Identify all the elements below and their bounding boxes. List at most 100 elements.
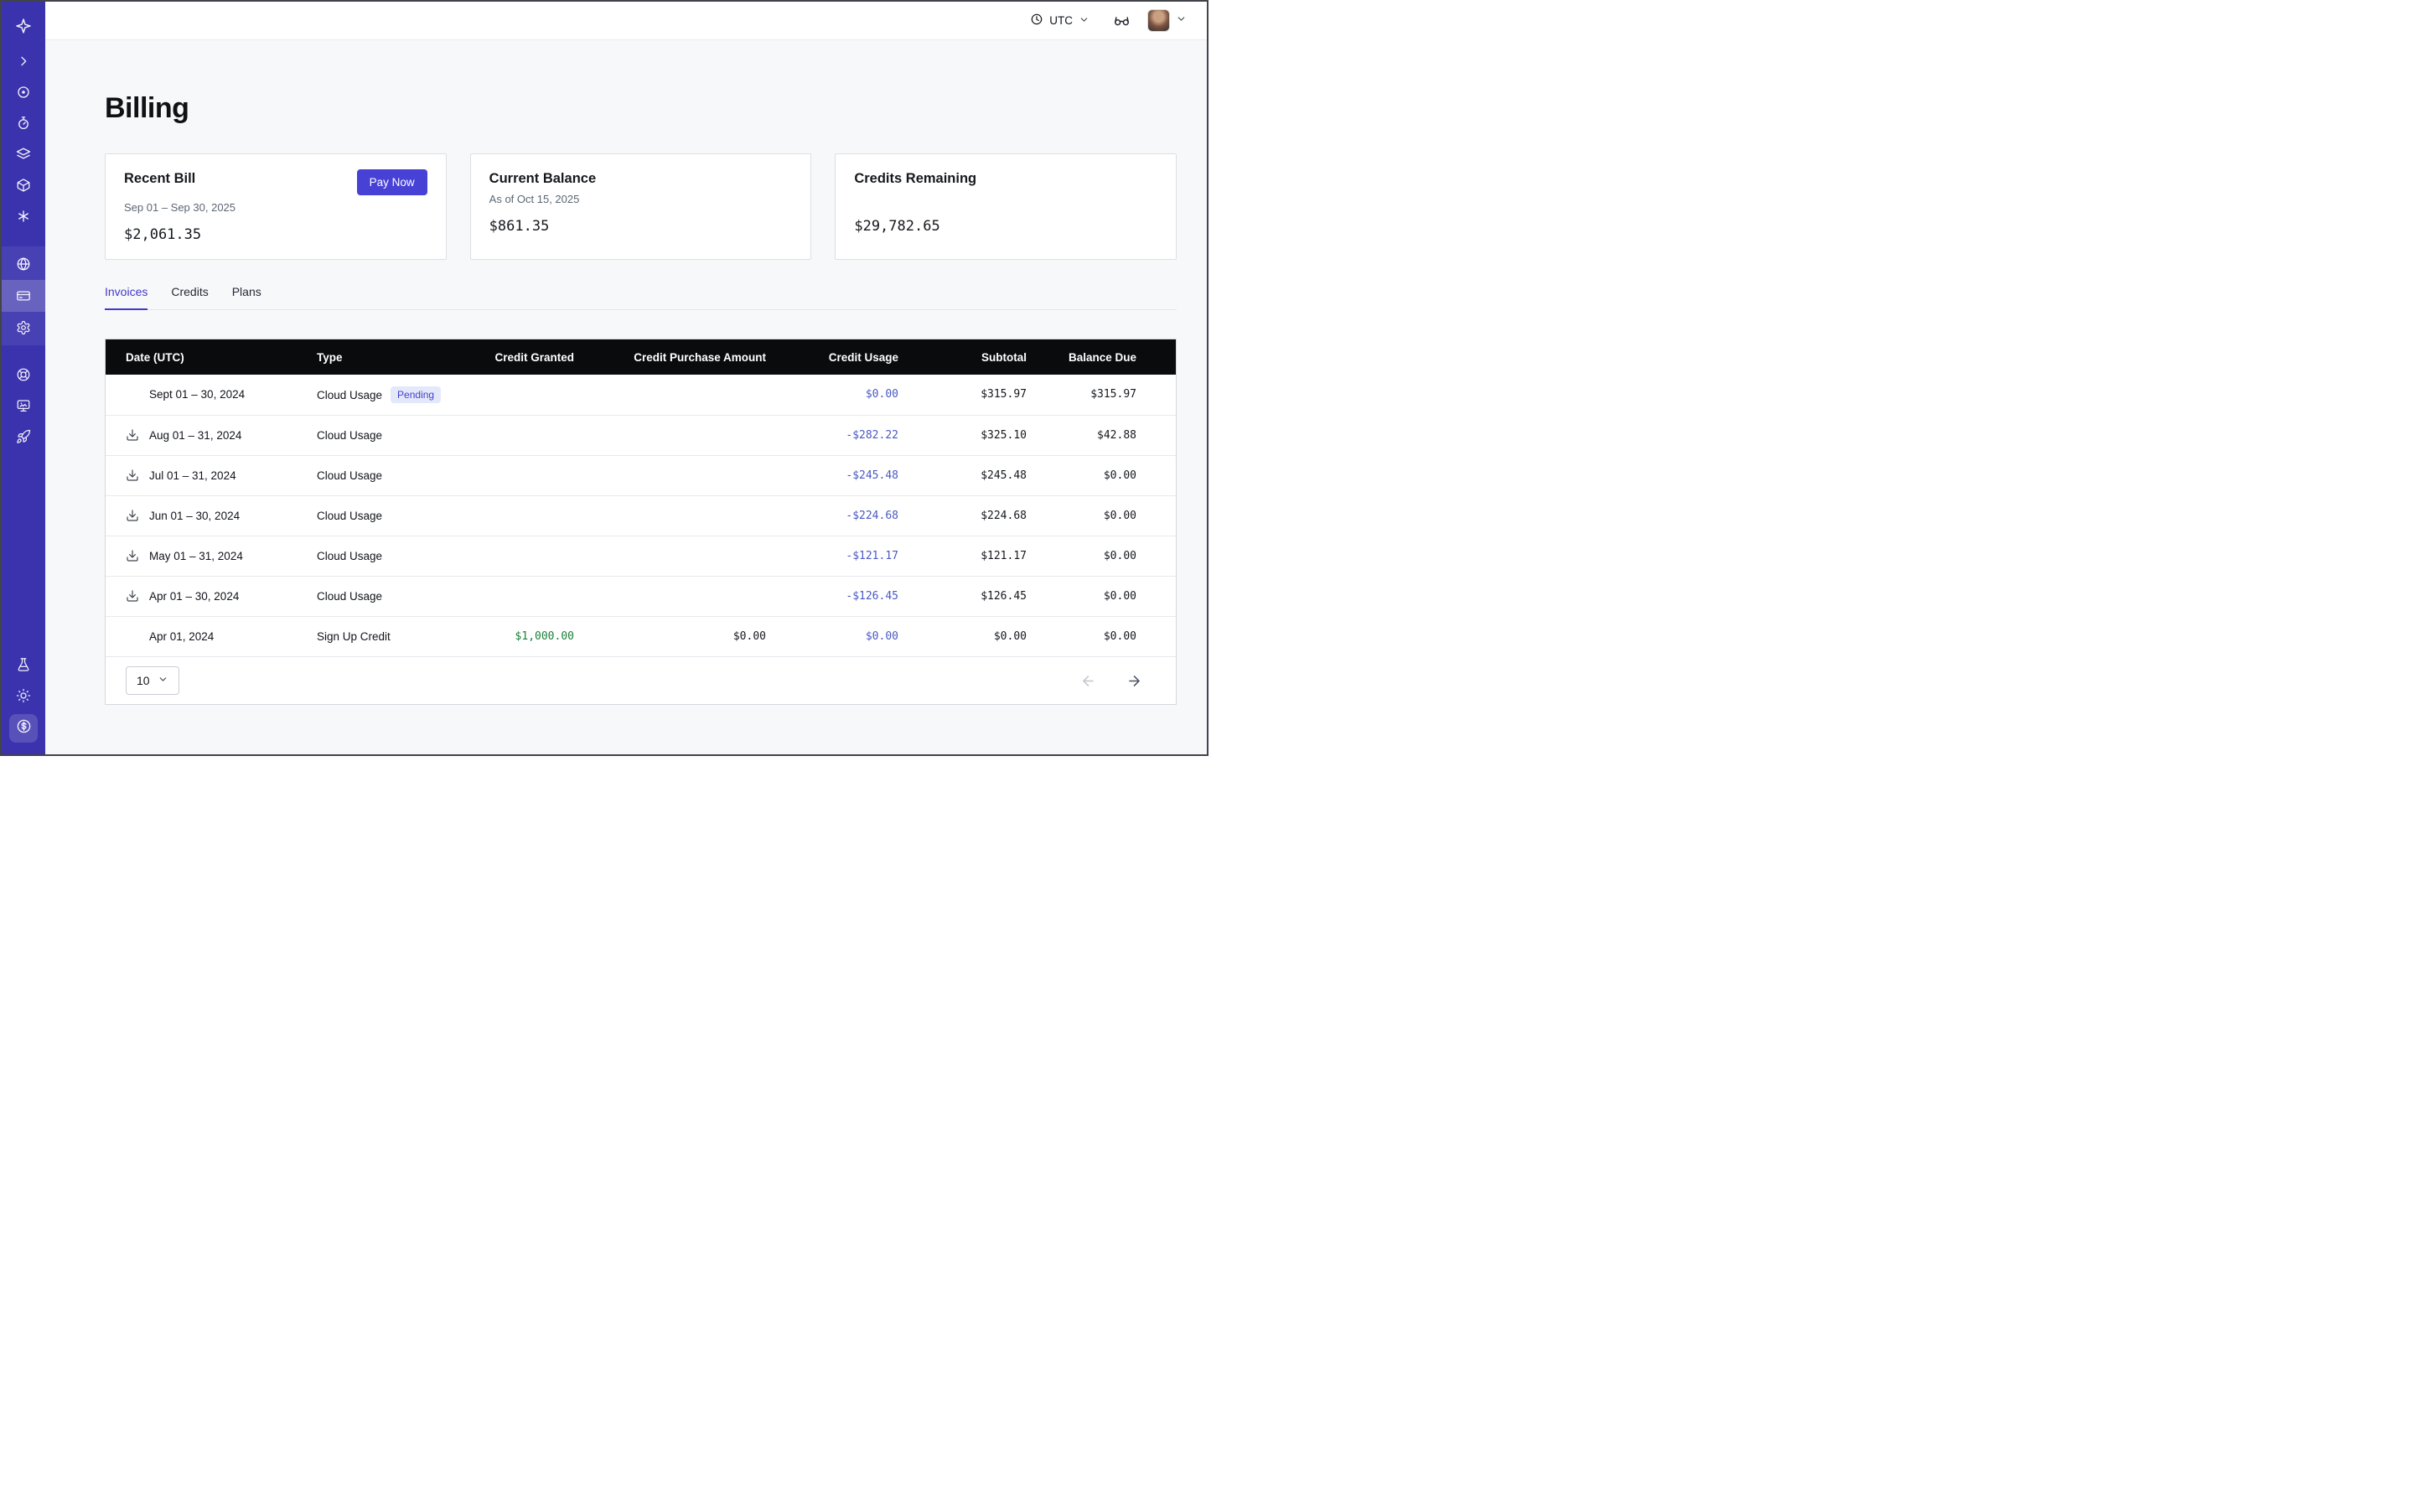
tab-plans[interactable]: Plans [232,285,261,310]
sidebar-item-stacks[interactable] [2,138,45,169]
gear-icon [16,320,31,335]
sidebar-item-services[interactable] [2,200,45,231]
credit-usage: -$126.45 [766,576,898,616]
invoice-type: Cloud Usage [317,590,382,603]
timezone-selector[interactable]: UTC [1030,13,1089,28]
balance-due: $0.00 [1027,616,1176,656]
previous-page-button[interactable] [1080,673,1096,689]
credit-granted [444,455,574,495]
sidebar-spacer [2,452,45,649]
rocket-icon [16,429,31,444]
balance-due: $315.97 [1027,375,1176,415]
timezone-label: UTC [1049,14,1073,27]
table-row[interactable]: May 01 – 31, 2024 Cloud Usage -$121.17 $… [106,536,1176,576]
table-row[interactable]: Aug 01 – 31, 2024 Cloud Usage -$282.22 $… [106,415,1176,455]
credits-remaining-amount: $29,782.65 [854,218,1157,235]
download-invoice-icon[interactable] [126,428,140,443]
user-avatar[interactable] [1147,9,1170,32]
sidebar-item-labs[interactable] [2,649,45,680]
recent-bill-card: Recent Bill Pay Now Sep 01 – Sep 30, 202… [105,153,447,260]
topbar: UTC [45,2,1207,40]
invoice-type: Cloud Usage [317,429,382,442]
sidebar-item-cost[interactable] [9,714,38,743]
col-subtotal: Subtotal [898,339,1027,375]
balance-due: $0.00 [1027,576,1176,616]
chevron-down-icon [158,674,168,687]
invoice-date: Jun 01 – 30, 2024 [149,510,240,522]
col-type: Type [317,339,444,375]
credit-granted [444,495,574,536]
tab-credits[interactable]: Credits [171,285,208,310]
balance-due: $0.00 [1027,455,1176,495]
sidebar-item-console[interactable] [2,390,45,421]
sidebar-item-overview[interactable] [2,76,45,107]
credit-granted [444,576,574,616]
billing-app-window: UTC Billing Recent Bill Pay Now Sep 01 –… [0,0,1208,756]
next-page-button[interactable] [1126,673,1142,689]
balance-due: $0.00 [1027,536,1176,576]
sun-icon [16,688,31,703]
credit-granted [444,536,574,576]
account-menu[interactable] [1147,9,1187,32]
table-footer: 10 [106,656,1176,704]
table-row[interactable]: Apr 01 – 30, 2024 Cloud Usage -$126.45 $… [106,576,1176,616]
sidebar-item-theme[interactable] [2,680,45,711]
col-credit-purchase-amount: Credit Purchase Amount [574,339,766,375]
flask-icon [16,657,31,672]
page-title: Billing [105,92,1207,125]
sidebar-item-apps[interactable] [2,169,45,200]
chevron-down-icon [1176,13,1187,28]
col-balance-due: Balance Due [1027,339,1176,375]
pay-now-button[interactable]: Pay Now [357,169,427,195]
glasses-icon[interactable] [1113,12,1131,29]
page-size-select[interactable]: 10 [126,666,179,695]
chevron-right-icon [17,54,30,68]
credit-purchase-amount [574,375,766,415]
table-row[interactable]: Apr 01, 2024 Sign Up Credit $1,000.00 $0… [106,616,1176,656]
credit-purchase-amount [574,576,766,616]
table-row[interactable]: Jun 01 – 30, 2024 Cloud Usage -$224.68 $… [106,495,1176,536]
clock-icon [1030,13,1043,28]
sidebar-item-support[interactable] [2,359,45,390]
sidebar [2,2,45,754]
subtotal: $224.68 [898,495,1027,536]
table-header-row: Date (UTC) Type Credit Granted Credit Pu… [106,339,1176,375]
invoice-type: Sign Up Credit [317,630,391,643]
invoices-table: Date (UTC) Type Credit Granted Credit Pu… [105,339,1177,705]
app-logo-icon[interactable] [2,7,45,45]
credits-remaining-card: Credits Remaining $29,782.65 [835,153,1177,260]
download-invoice-icon[interactable] [126,469,140,483]
tab-invoices[interactable]: Invoices [105,285,148,310]
asterisk-icon [16,209,31,224]
sidebar-item-billing[interactable] [2,280,45,312]
invoice-type: Cloud Usage [317,550,382,562]
current-balance-card: Current Balance As of Oct 15, 2025 $861.… [470,153,812,260]
download-invoice-icon[interactable] [126,589,140,603]
content: Billing Recent Bill Pay Now Sep 01 – Sep… [45,40,1207,754]
sidebar-item-activity[interactable] [2,107,45,138]
balance-due: $42.88 [1027,415,1176,455]
credit-granted [444,415,574,455]
sidebar-item-network[interactable] [2,248,45,280]
current-balance-asof: As of Oct 15, 2025 [489,193,793,206]
sidebar-expand-button[interactable] [2,45,45,76]
table-row[interactable]: Sept 01 – 30, 2024 Cloud UsagePending $0… [106,375,1176,415]
main-area: UTC Billing Recent Bill Pay Now Sep 01 –… [45,2,1207,754]
download-invoice-icon[interactable] [126,509,140,523]
credit-granted [444,375,574,415]
credit-purchase-amount: $0.00 [574,616,766,656]
target-icon [16,85,31,100]
download-invoice-icon[interactable] [126,549,140,563]
recent-bill-period: Sep 01 – Sep 30, 2025 [124,201,427,215]
cube-icon [16,178,31,193]
credits-remaining-sub [854,193,1157,206]
credit-purchase-amount [574,415,766,455]
subtotal: $325.10 [898,415,1027,455]
table-row[interactable]: Jul 01 – 31, 2024 Cloud Usage -$245.48 $… [106,455,1176,495]
monitor-image-icon [16,398,31,413]
invoice-type: Cloud Usage [317,510,382,522]
sidebar-item-settings[interactable] [2,312,45,344]
subtotal: $315.97 [898,375,1027,415]
subtotal: $245.48 [898,455,1027,495]
sidebar-item-launch[interactable] [2,421,45,452]
